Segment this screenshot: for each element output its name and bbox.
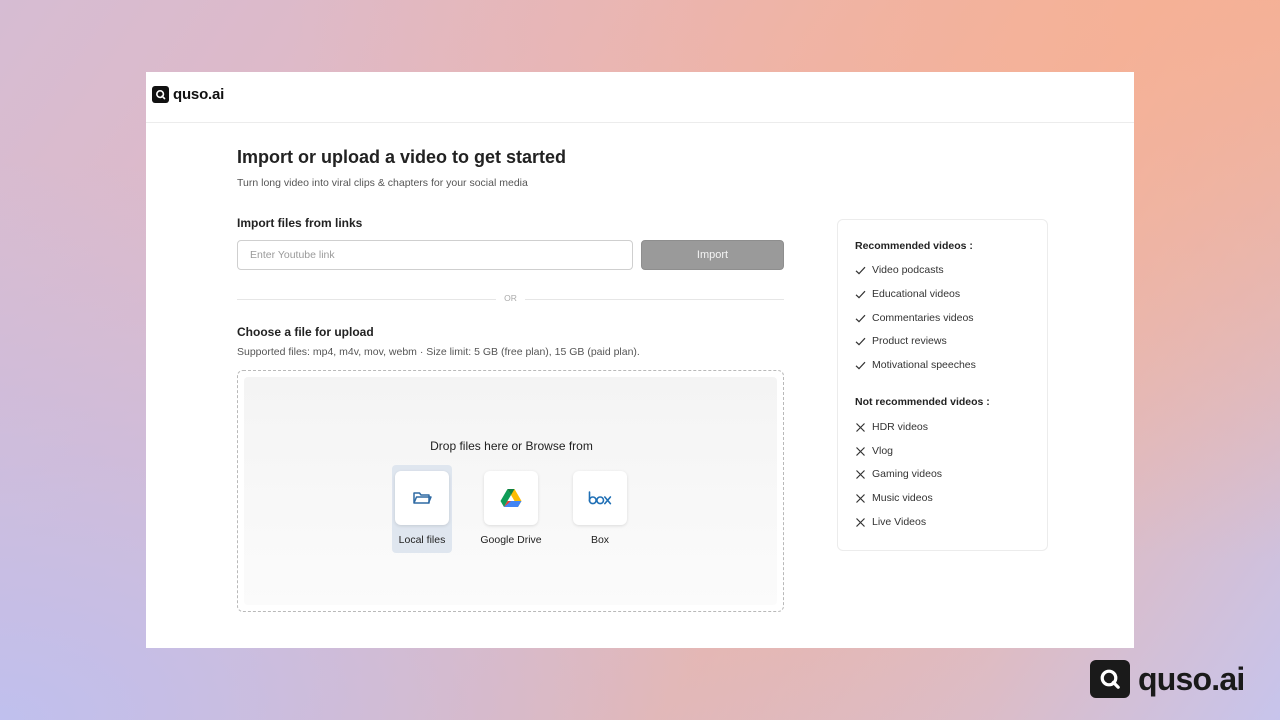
brand-text: quso.ai	[1138, 661, 1245, 697]
upload-heading: Choose a file for upload	[237, 325, 374, 339]
app-logo[interactable]: quso.ai	[152, 86, 224, 103]
not-recommended-item-label: Gaming videos	[872, 468, 943, 480]
box-label: Box	[590, 534, 610, 546]
recommendations-card: Recommended videos : Video podcasts Educ…	[837, 219, 1048, 551]
recommended-item: Video podcasts	[855, 264, 944, 276]
quso-brand-icon	[1090, 660, 1130, 698]
or-label: OR	[504, 293, 517, 303]
brand-watermark: quso.ai	[1090, 660, 1245, 698]
x-icon	[856, 517, 865, 527]
or-divider: OR	[237, 292, 784, 306]
box-tile[interactable]	[573, 471, 627, 525]
youtube-link-input[interactable]	[237, 240, 633, 270]
recommended-item-label: Educational videos	[872, 288, 961, 300]
recommended-item: Commentaries videos	[855, 312, 974, 324]
not-recommended-item-label: Music videos	[872, 492, 933, 504]
recommended-item: Educational videos	[855, 288, 960, 300]
not-recommended-item: HDR videos	[855, 421, 928, 433]
page-subtitle: Turn long video into viral clips & chapt…	[237, 177, 528, 189]
app-window: quso.ai Import or upload a video to get …	[146, 72, 1134, 648]
folder-icon	[413, 492, 432, 504]
check-icon	[855, 290, 866, 298]
x-icon	[856, 446, 865, 456]
logo-text: quso.ai	[173, 86, 225, 103]
local-files-label: Local files	[398, 534, 446, 546]
import-links-heading: Import files from links	[237, 216, 363, 230]
recommended-item: Motivational speeches	[855, 359, 976, 371]
not-recommended-item: Vlog	[855, 445, 893, 457]
x-icon	[856, 469, 865, 479]
import-button[interactable]: Import	[641, 240, 784, 270]
recommended-item-label: Motivational speeches	[872, 359, 976, 371]
not-recommended-item-label: HDR videos	[872, 421, 929, 433]
box-icon	[588, 491, 612, 505]
not-recommended-item: Gaming videos	[855, 468, 942, 480]
recommended-heading: Recommended videos :	[855, 240, 973, 252]
supported-files-text: Supported files: mp4, m4v, mov, webm · S…	[237, 346, 640, 358]
source-local-files[interactable]: Local files	[392, 465, 452, 553]
recommended-item-label: Video podcasts	[872, 264, 944, 276]
source-box[interactable]: Box	[570, 465, 630, 553]
drop-files-text: Drop files here or Browse from	[430, 439, 593, 453]
recommended-item-label: Product reviews	[872, 335, 947, 347]
check-icon	[855, 337, 866, 345]
check-icon	[855, 314, 866, 322]
import-button-label: Import	[696, 249, 729, 261]
not-recommended-heading: Not recommended videos :	[855, 396, 990, 408]
page-title: Import or upload a video to get started	[237, 147, 567, 167]
top-bar: quso.ai	[146, 72, 1134, 123]
check-icon	[855, 361, 866, 369]
not-recommended-item-label: Vlog	[872, 445, 894, 457]
x-icon	[856, 422, 865, 432]
recommended-item-label: Commentaries videos	[872, 312, 974, 324]
not-recommended-item: Music videos	[855, 492, 933, 504]
google-drive-tile[interactable]	[484, 471, 538, 525]
google-drive-label: Google Drive	[480, 534, 542, 546]
google-drive-icon	[500, 488, 522, 507]
not-recommended-item: Live Videos	[855, 516, 926, 528]
source-google-drive[interactable]: Google Drive	[480, 465, 542, 553]
quso-logo-icon	[152, 86, 169, 103]
check-icon	[855, 266, 866, 274]
x-icon	[856, 493, 865, 503]
not-recommended-item-label: Live Videos	[872, 516, 927, 528]
local-files-tile[interactable]	[395, 471, 449, 525]
file-dropzone[interactable]: Drop files here or Browse from Local fil…	[237, 370, 784, 612]
recommended-item: Product reviews	[855, 335, 947, 347]
